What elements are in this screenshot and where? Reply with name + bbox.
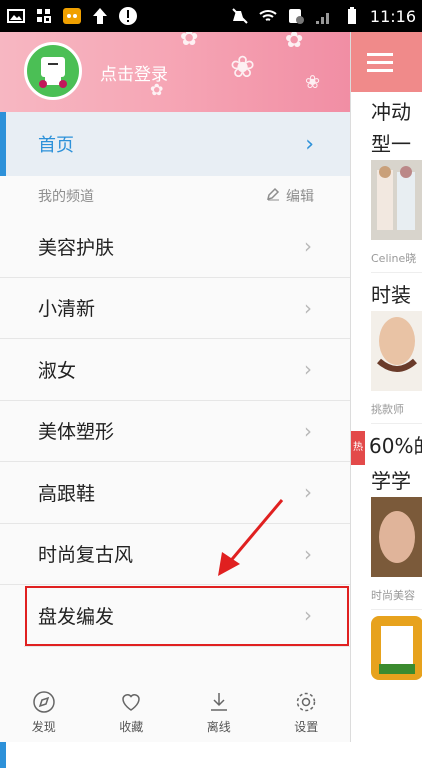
accent-bar bbox=[0, 742, 6, 768]
login-link[interactable]: 点击登录 bbox=[100, 60, 168, 85]
game-icon bbox=[62, 6, 82, 26]
nav-home-label: 首页 bbox=[38, 135, 74, 156]
channel-label: 淑女 bbox=[38, 359, 77, 382]
flower-decoration: ❀ bbox=[305, 72, 321, 93]
article-title: 冲动 bbox=[371, 100, 411, 124]
main-feed: 冲动 型一 Celine晓 时装 挑款师 热60%的 学学 时尚美容 bbox=[351, 32, 422, 742]
chevron-right-icon: › bbox=[304, 295, 312, 320]
status-time: 11:16 bbox=[369, 6, 416, 26]
apps-icon bbox=[34, 6, 54, 26]
chevron-right-icon: › bbox=[304, 234, 312, 259]
article-title: 时装 bbox=[371, 283, 411, 307]
channel-label: 美容护肤 bbox=[38, 236, 115, 259]
feed-topbar bbox=[351, 32, 422, 92]
article-thumbnail bbox=[371, 160, 422, 240]
channels-title: 我的频道 bbox=[38, 189, 94, 205]
article-title: 学学 bbox=[371, 468, 411, 493]
channel-item[interactable]: 小清新 › bbox=[0, 277, 350, 339]
signal-icon bbox=[314, 6, 334, 26]
tab-offline[interactable]: 离线 bbox=[189, 690, 249, 735]
robot-icon bbox=[39, 57, 67, 88]
game-thumbnail[interactable] bbox=[371, 615, 422, 680]
channel-list: 美容护肤 › 小清新 › 淑女 › 美体塑形 › 高跟鞋 › 时尚复古风 › 盘发编发 › bbox=[0, 216, 350, 647]
channel-label: 时尚复古风 bbox=[38, 544, 134, 567]
channel-label: 小清新 bbox=[38, 298, 96, 321]
tab-discover[interactable]: 发现 bbox=[14, 690, 74, 735]
channel-item[interactable]: 高跟鞋 › bbox=[0, 462, 350, 524]
article-title: 型一 bbox=[371, 132, 411, 156]
annotation-arrow bbox=[218, 499, 284, 576]
download-icon bbox=[210, 692, 227, 711]
compass-icon bbox=[33, 690, 55, 713]
pencil-icon bbox=[266, 187, 280, 205]
article-source: 挑款师 bbox=[371, 403, 404, 416]
avatar[interactable] bbox=[24, 42, 82, 100]
tab-label: 离线 bbox=[206, 719, 231, 734]
wifi-icon bbox=[258, 6, 278, 26]
edit-label: 编辑 bbox=[286, 189, 314, 205]
chevron-right-icon: › bbox=[304, 603, 312, 628]
article-card[interactable]: 冲动 型一 Celine晓 bbox=[351, 92, 422, 266]
chevron-right-icon: › bbox=[304, 418, 312, 443]
edit-button[interactable]: 编辑 bbox=[266, 186, 314, 206]
image-icon bbox=[6, 6, 26, 26]
tab-settings[interactable]: 设置 bbox=[276, 690, 336, 735]
channel-item[interactable]: 淑女 › bbox=[0, 339, 350, 401]
tab-label: 收藏 bbox=[119, 719, 144, 734]
divider bbox=[371, 272, 422, 273]
tab-favorites[interactable]: 收藏 bbox=[101, 690, 161, 735]
bottom-tab-bar: 发现 收藏 离线 设置 bbox=[0, 682, 350, 742]
article-source: Celine晓 bbox=[371, 252, 417, 265]
status-bar: 11:16 bbox=[0, 0, 422, 32]
article-card[interactable]: 时装 挑款师 bbox=[351, 279, 422, 417]
channel-label: 盘发编发 bbox=[38, 605, 115, 628]
mute-icon bbox=[230, 6, 250, 26]
channel-item[interactable]: 时尚复古风 › bbox=[0, 523, 350, 585]
chevron-right-icon: › bbox=[304, 357, 312, 382]
battery-icon bbox=[342, 6, 362, 26]
flower-decoration: ❀ bbox=[230, 50, 256, 85]
menu-icon[interactable] bbox=[367, 52, 393, 72]
drawer-header: ✿ ❀ ✿ ❀ ✿ 点击登录 bbox=[0, 32, 350, 112]
channel-item-highlighted[interactable]: 盘发编发 › bbox=[24, 585, 350, 647]
alert-icon bbox=[118, 6, 138, 26]
channel-item[interactable]: 美容护肤 › bbox=[0, 216, 350, 278]
channel-label: 美体塑形 bbox=[38, 421, 115, 444]
heart-icon bbox=[122, 693, 141, 711]
channels-header: 我的频道 编辑 bbox=[0, 176, 350, 217]
flower-decoration: ✿ bbox=[285, 32, 304, 53]
navigation-drawer: ✿ ❀ ✿ ❀ ✿ 点击登录 首页 › 我的频道 编辑 美容护肤 › 小清新 ›… bbox=[0, 32, 351, 742]
article-title-row: 热60%的 bbox=[351, 430, 422, 465]
gear-icon bbox=[297, 692, 316, 711]
chevron-right-icon: › bbox=[304, 541, 312, 566]
article-thumbnail bbox=[371, 311, 422, 391]
hot-badge: 热 bbox=[351, 430, 365, 465]
upload-icon bbox=[90, 6, 110, 26]
sim-icon bbox=[286, 6, 306, 26]
chevron-right-icon: › bbox=[305, 131, 314, 157]
article-title: 60%的 bbox=[369, 434, 422, 458]
tab-label: 发现 bbox=[31, 719, 56, 734]
divider bbox=[371, 423, 422, 424]
article-source: 时尚美容 bbox=[371, 588, 415, 602]
chevron-right-icon: › bbox=[304, 480, 312, 505]
channel-item[interactable]: 美体塑形 › bbox=[0, 400, 350, 462]
article-card[interactable]: 热60%的 学学 时尚美容 bbox=[351, 430, 422, 603]
article-thumbnail bbox=[371, 496, 422, 577]
divider bbox=[371, 608, 422, 610]
channel-label: 高跟鞋 bbox=[38, 482, 96, 505]
nav-home[interactable]: 首页 › bbox=[0, 112, 350, 176]
tab-label: 设置 bbox=[294, 719, 319, 734]
bottom-strip bbox=[0, 742, 422, 768]
flower-decoration: ✿ bbox=[180, 32, 199, 51]
